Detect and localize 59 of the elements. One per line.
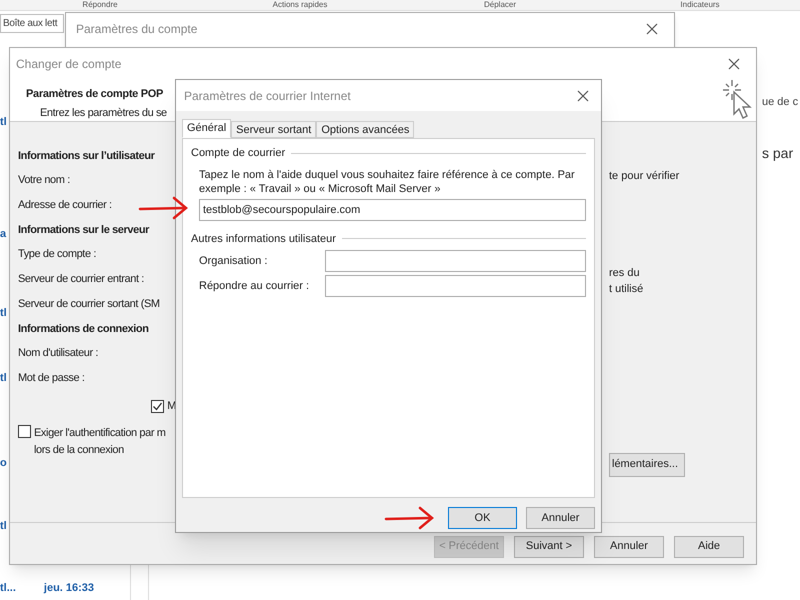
arrow-annotation xyxy=(384,506,436,530)
account-name-field[interactable]: testblob@secourspopulaire.com xyxy=(199,198,586,220)
message-time: jeu. 16:33 xyxy=(44,581,94,596)
arrow-annotation xyxy=(138,196,190,220)
close-icon[interactable] xyxy=(577,90,589,102)
message-sender: tl xyxy=(0,115,7,130)
message-sender: o xyxy=(0,456,7,471)
dialog-button[interactable]: OK xyxy=(448,507,517,529)
search-field[interactable]: Boîte aux lett xyxy=(0,14,64,33)
field-label: Nom d'utilisateur : xyxy=(18,346,98,361)
reading-pane-text: ue de c xyxy=(762,95,798,110)
field-label: Organisation : xyxy=(199,254,268,269)
tab[interactable]: Options avancées xyxy=(316,121,414,138)
tab[interactable]: Serveur sortant xyxy=(231,121,316,138)
field-label: Mot de passe : xyxy=(18,371,85,386)
field-label: Répondre au courrier : xyxy=(199,278,310,294)
description-text: te pour vérifier xyxy=(609,169,680,184)
close-icon[interactable] xyxy=(646,23,658,35)
section-heading: Informations sur l’utilisateur xyxy=(18,149,155,164)
description-text: t utilisé xyxy=(609,282,644,297)
field-label: Serveur de courrier entrant : xyxy=(18,272,144,287)
description-text: res du xyxy=(609,266,641,280)
ribbon-group-label: Indicateurs xyxy=(679,0,721,10)
ribbon-group-label: Actions rapides xyxy=(272,0,328,10)
field-label: Votre nom : xyxy=(18,173,70,188)
window-title: Paramètres de courrier Internet xyxy=(184,88,351,104)
description-text: Tapez le nom à l'aide duquel vous souhaitez faire référence à ce compte. Par exemple : « Travail » ou « Microsoft Mail Server » xyxy=(198,168,576,196)
page-subheading: Entrez les paramètres du se xyxy=(39,106,167,120)
field-label: Type de compte : xyxy=(18,247,96,262)
section-heading: Informations de connexion xyxy=(18,322,149,337)
checkbox-label: Exiger l'authentification par m xyxy=(34,426,166,441)
more-settings-button[interactable]: lémentaires... xyxy=(609,452,685,476)
field-label: Serveur de courrier sortant (SM xyxy=(18,297,160,312)
close-icon[interactable] xyxy=(728,58,740,70)
reading-pane-text: s par xyxy=(762,144,794,163)
ribbon-group-label: Déplacer xyxy=(482,0,517,10)
checkbox[interactable] xyxy=(151,400,164,412)
page-heading: Paramètres de compte POP xyxy=(26,87,164,102)
message-sender: tl xyxy=(0,306,7,321)
window-title: Paramètres du compte xyxy=(76,21,198,38)
wizard-button[interactable]: Aide xyxy=(674,536,744,558)
field-label: Adresse de courrier : xyxy=(18,198,112,213)
wizard-button[interactable]: Annuler xyxy=(594,536,664,558)
tab[interactable]: Général xyxy=(182,119,232,138)
wizard-button[interactable]: Suivant > xyxy=(514,536,584,558)
message-sender: tl xyxy=(0,519,7,534)
ribbon-group-label: Répondre xyxy=(81,0,119,10)
window-title: Changer de compte xyxy=(16,56,122,73)
checkbox[interactable] xyxy=(18,425,31,438)
checkbox-label: lors de la connexion xyxy=(34,442,125,458)
group-title: Compte de courrier xyxy=(191,146,286,161)
text-field[interactable] xyxy=(325,275,586,297)
message-sender: tl... xyxy=(0,581,16,596)
text-field[interactable] xyxy=(325,250,586,272)
group-title: Autres informations utilisateur xyxy=(191,232,336,246)
message-sender: tl xyxy=(0,371,7,386)
dialog-button[interactable]: Annuler xyxy=(526,507,595,529)
section-heading: Informations sur le serveur xyxy=(18,223,150,238)
message-sender: a xyxy=(0,227,6,242)
